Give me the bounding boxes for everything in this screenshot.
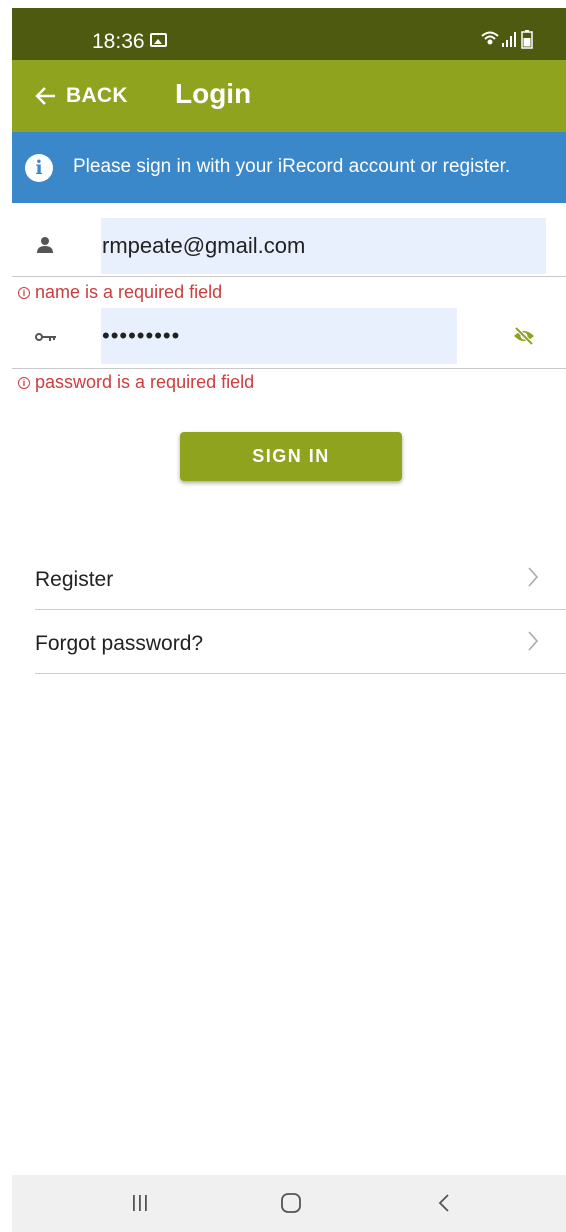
info-text: Please sign in with your iRecord account… [73, 156, 511, 177]
signal-icon [502, 32, 516, 47]
password-error-text: password is a required field [35, 372, 255, 392]
username-error: i name is a required field [18, 282, 222, 303]
nav-back-icon [438, 1194, 449, 1212]
person-icon [37, 237, 53, 253]
username-field[interactable] [101, 218, 546, 274]
arrow-left-icon [35, 87, 55, 105]
battery-icon [521, 30, 533, 49]
system-nav-bar [12, 1175, 566, 1232]
register-label: Register [35, 568, 114, 591]
status-icons [481, 30, 533, 49]
wifi-icon [481, 31, 499, 45]
status-bar: 18:36 [12, 8, 566, 60]
username-row [12, 216, 566, 277]
status-time: 18:36 [92, 30, 145, 53]
nav-back-button[interactable] [404, 1175, 484, 1232]
password-row [12, 306, 566, 369]
eye-off-icon[interactable] [512, 326, 536, 346]
gallery-notification-icon [150, 33, 167, 47]
chevron-right-icon [528, 631, 539, 651]
forgot-password-label: Forgot password? [35, 632, 204, 655]
chevron-right-icon [528, 567, 539, 587]
password-error: i password is a required field [18, 372, 254, 393]
back-label: BACK [66, 84, 128, 107]
app-bar: BACK Login [12, 60, 566, 132]
error-icon: i [18, 286, 30, 299]
info-icon: i [25, 154, 53, 182]
recents-icon [133, 1195, 147, 1211]
register-link[interactable]: Register [35, 546, 566, 610]
home-button[interactable] [251, 1175, 331, 1232]
key-icon [35, 333, 56, 341]
home-icon [281, 1193, 301, 1213]
password-field[interactable] [101, 308, 457, 364]
info-banner: i Please sign in with your iRecord accou… [12, 132, 566, 203]
page-title: Login [175, 78, 252, 109]
username-error-text: name is a required field [35, 282, 223, 302]
forgot-password-link[interactable]: Forgot password? [35, 610, 566, 674]
recents-button[interactable] [102, 1175, 182, 1232]
sign-in-button[interactable]: SIGN IN [180, 432, 402, 481]
back-button[interactable]: BACK [34, 82, 128, 110]
error-icon: i [18, 376, 30, 389]
